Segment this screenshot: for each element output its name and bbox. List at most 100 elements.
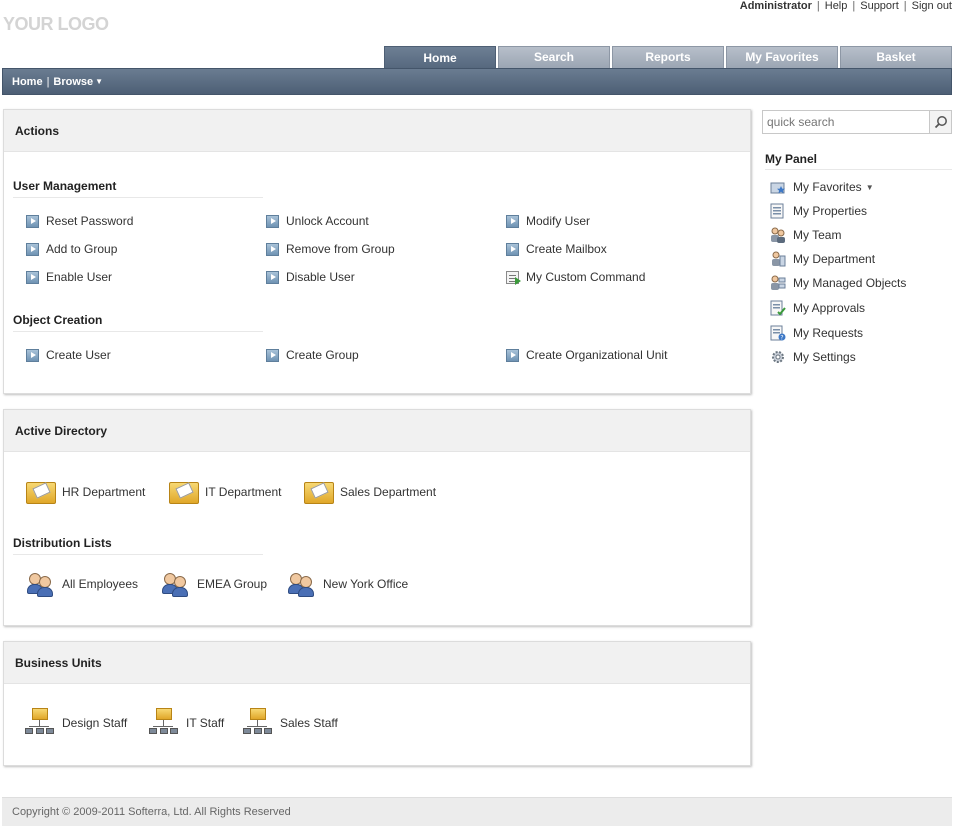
- panel-title: Actions: [4, 110, 750, 152]
- dl-emea-group[interactable]: EMEA Group: [161, 571, 267, 597]
- business-units-panel: Business Units Design Staff IT Staff Sal…: [3, 641, 751, 766]
- remove-from-group-command[interactable]: Remove from Group: [266, 242, 395, 256]
- requests-icon: ?: [770, 325, 786, 341]
- unlock-account-command[interactable]: Unlock Account: [266, 214, 369, 228]
- approvals-icon: [770, 300, 786, 316]
- command-label: Remove from Group: [286, 242, 395, 256]
- organizational-unit-icon: [148, 708, 180, 738]
- arrow-right-icon: [266, 348, 279, 362]
- command-label: Modify User: [526, 214, 591, 228]
- create-user-command[interactable]: Create User: [26, 348, 111, 362]
- organizational-unit-icon: [24, 708, 56, 738]
- dl-new-york-office[interactable]: New York Office: [287, 571, 408, 597]
- bu-label: Design Staff: [62, 716, 128, 730]
- svg-text:?: ?: [780, 335, 783, 342]
- tab-basket[interactable]: Basket: [840, 46, 952, 69]
- my-panel-item-label: My Approvals: [793, 301, 866, 315]
- my-panel-item-label: My Team: [793, 228, 842, 242]
- arrow-right-icon: [506, 348, 519, 362]
- arrow-right-icon: [506, 242, 519, 256]
- quick-search-input[interactable]: [763, 111, 929, 133]
- tab-search[interactable]: Search: [498, 46, 610, 69]
- support-link[interactable]: Support: [855, 0, 904, 12]
- folder-label: IT Department: [205, 485, 282, 499]
- actions-panel: Actions User Management Reset Password U…: [3, 109, 751, 394]
- group-icon: [26, 571, 56, 597]
- arrow-right-icon: [26, 348, 39, 362]
- dl-label: EMEA Group: [197, 577, 268, 591]
- top-links: Administrator | Help | Support | Sign out: [735, 0, 952, 12]
- team-icon: [771, 227, 785, 243]
- quick-search-button[interactable]: [929, 111, 951, 133]
- folder-sales-department[interactable]: Sales Department: [304, 480, 436, 504]
- copyright-text: Copyright © 2009-2011 Softerra, Ltd. All…: [12, 806, 291, 818]
- tab-home[interactable]: Home: [384, 46, 496, 69]
- create-organizational-unit-command[interactable]: Create Organizational Unit: [506, 348, 667, 362]
- add-to-group-command[interactable]: Add to Group: [26, 242, 117, 256]
- active-directory-panel: Active Directory HR Department IT Depart…: [3, 409, 751, 626]
- arrow-right-icon: [266, 242, 279, 256]
- my-panel-item-my-favorites[interactable]: My Favorites ▼: [770, 179, 874, 195]
- command-label: Disable User: [286, 270, 355, 284]
- section-title-object-creation: Object Creation: [13, 313, 263, 332]
- nav-browse-label: Browse: [53, 75, 94, 88]
- tab-my-favorites[interactable]: My Favorites: [726, 46, 838, 69]
- favorites-folder-icon: [770, 182, 785, 194]
- organizational-unit-icon: [242, 708, 274, 738]
- dl-label: New York Office: [323, 577, 409, 591]
- folder-label: HR Department: [62, 485, 146, 499]
- enable-user-command[interactable]: Enable User: [26, 270, 112, 284]
- my-panel-item-my-managed-objects[interactable]: My Managed Objects: [770, 275, 906, 291]
- managed-objects-icon: [771, 275, 786, 290]
- command-label: Create User: [46, 348, 111, 362]
- disable-user-command[interactable]: Disable User: [266, 270, 355, 284]
- group-icon: [287, 571, 317, 597]
- chevron-down-icon: ▼: [95, 76, 104, 86]
- nav-bar: Home | Browse ▼: [2, 68, 952, 95]
- folder-hr-department[interactable]: HR Department: [26, 480, 145, 504]
- my-panel-item-my-properties[interactable]: My Properties: [770, 203, 867, 219]
- logo: YOUR LOGO: [3, 14, 109, 34]
- my-panel-item-label: My Requests: [793, 326, 864, 340]
- bu-label: IT Staff: [186, 716, 225, 730]
- folder-it-department[interactable]: IT Department: [169, 480, 281, 504]
- command-label: Unlock Account: [286, 214, 369, 228]
- my-panel-item-label: My Managed Objects: [793, 276, 907, 290]
- command-label: Enable User: [46, 270, 113, 284]
- nav-browse[interactable]: Browse ▼: [53, 76, 103, 88]
- chevron-down-icon: ▼: [865, 182, 874, 192]
- bu-label: Sales Staff: [280, 716, 338, 730]
- script-document-icon: [506, 270, 521, 285]
- my-panel-item-label: My Favorites: [793, 180, 862, 194]
- settings-gear-icon: [772, 351, 784, 363]
- sign-out-link[interactable]: Sign out: [907, 0, 952, 12]
- command-label: Reset Password: [46, 214, 134, 228]
- folder-icon: [304, 480, 334, 504]
- nav-home[interactable]: Home: [12, 76, 43, 88]
- my-panel-item-label: My Settings: [793, 350, 856, 364]
- folder-icon: [169, 480, 199, 504]
- my-panel-item-my-requests[interactable]: ? My Requests: [770, 325, 863, 341]
- command-label: Add to Group: [46, 242, 118, 256]
- my-panel-item-my-approvals[interactable]: My Approvals: [770, 300, 865, 316]
- properties-icon: [770, 203, 784, 219]
- command-label: Create Mailbox: [526, 242, 607, 256]
- main-tabs: Home Search Reports My Favorites Basket: [384, 46, 952, 69]
- panel-title: Active Directory: [4, 410, 750, 452]
- modify-user-command[interactable]: Modify User: [506, 214, 590, 228]
- my-panel-item-my-settings[interactable]: My Settings: [770, 349, 856, 365]
- tab-reports[interactable]: Reports: [612, 46, 724, 69]
- help-link[interactable]: Help: [820, 0, 853, 12]
- bu-it-staff[interactable]: IT Staff: [148, 708, 224, 738]
- create-mailbox-command[interactable]: Create Mailbox: [506, 242, 607, 256]
- arrow-right-icon: [266, 270, 279, 284]
- bu-sales-staff[interactable]: Sales Staff: [242, 708, 338, 738]
- bu-design-staff[interactable]: Design Staff: [24, 708, 127, 738]
- dl-all-employees[interactable]: All Employees: [26, 571, 138, 597]
- dl-label: All Employees: [62, 577, 139, 591]
- my-custom-command[interactable]: My Custom Command: [506, 270, 645, 285]
- reset-password-command[interactable]: Reset Password: [26, 214, 133, 228]
- create-group-command[interactable]: Create Group: [266, 348, 359, 362]
- my-panel-item-my-team[interactable]: My Team: [770, 227, 841, 243]
- my-panel-item-my-department[interactable]: My Department: [770, 251, 875, 267]
